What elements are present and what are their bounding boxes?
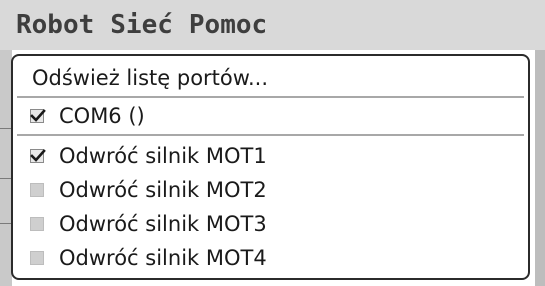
- reverse-motor-mot4-item[interactable]: Odwróć silnik MOT4: [13, 242, 528, 274]
- robot-menu-dropdown: Odśwież listę portów... COM6 () Odwróć s…: [11, 54, 530, 280]
- menu-separator: [17, 96, 524, 98]
- reverse-motor-mot2-label: Odwróć silnik MOT2: [59, 178, 267, 202]
- checkbox-unchecked-icon[interactable]: [30, 251, 44, 265]
- background-scrollbar: [535, 50, 545, 286]
- checkbox-unchecked-icon[interactable]: [30, 183, 44, 197]
- menu-robot[interactable]: Robot: [0, 0, 102, 50]
- refresh-ports-label: Odśwież listę portów...: [32, 66, 269, 90]
- menu-network[interactable]: Sieć: [102, 0, 181, 50]
- reverse-motor-mot1-label: Odwróć silnik MOT1: [59, 144, 267, 168]
- reverse-motor-mot3-item[interactable]: Odwróć silnik MOT3: [13, 208, 528, 240]
- menu-separator: [17, 134, 524, 136]
- port-com6-label: COM6 (): [59, 104, 145, 128]
- port-com6-item[interactable]: COM6 (): [13, 100, 528, 132]
- reverse-motor-mot4-label: Odwróć silnik MOT4: [59, 246, 267, 270]
- menu-bar: Robot Sieć Pomoc: [0, 0, 545, 50]
- refresh-ports-item[interactable]: Odśwież listę portów...: [13, 62, 528, 94]
- reverse-motor-mot2-item[interactable]: Odwróć silnik MOT2: [13, 174, 528, 206]
- reverse-motor-mot1-item[interactable]: Odwróć silnik MOT1: [13, 140, 528, 172]
- checkbox-checked-icon[interactable]: [30, 109, 46, 123]
- reverse-motor-mot3-label: Odwróć silnik MOT3: [59, 212, 267, 236]
- checkbox-unchecked-icon[interactable]: [30, 217, 44, 231]
- checkbox-checked-icon[interactable]: [30, 149, 46, 163]
- menu-help[interactable]: Pomoc: [181, 0, 275, 50]
